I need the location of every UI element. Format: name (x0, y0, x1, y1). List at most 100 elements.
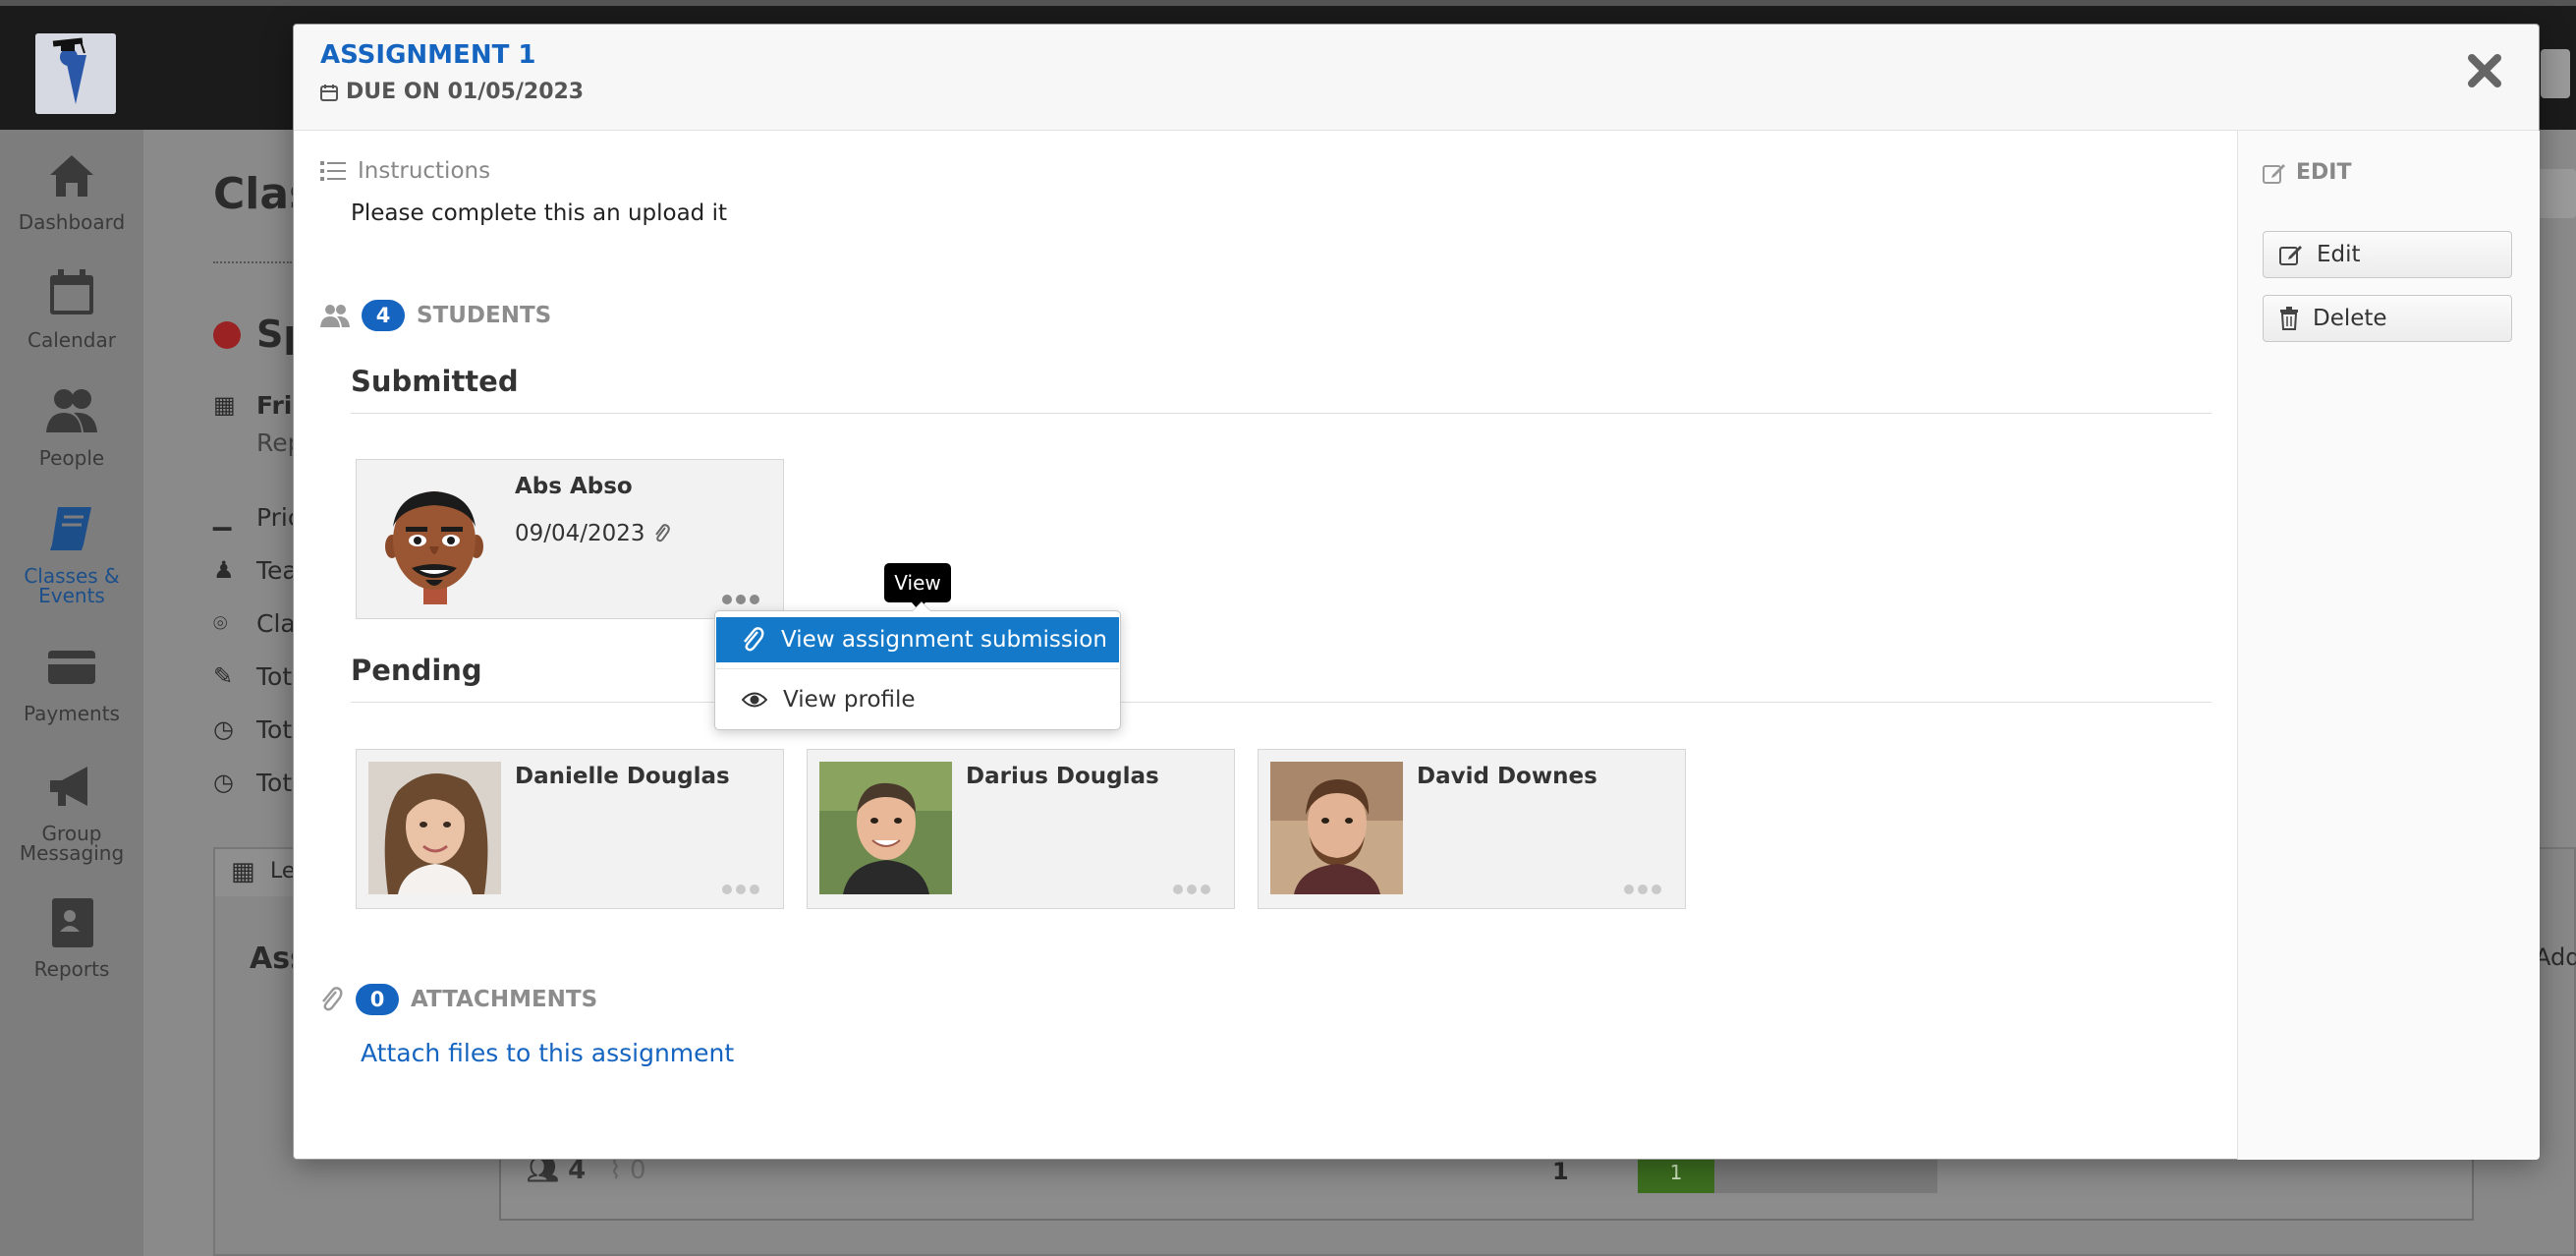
paperclip-icon (654, 524, 670, 542)
nav-label: Payments (24, 702, 120, 725)
submission-date-text: 09/04/2023 (515, 521, 645, 546)
view-profile-label: View profile (783, 687, 916, 713)
info-row: Tea (256, 556, 298, 585)
header-menu-button[interactable] (2541, 49, 2570, 98)
nav-classes-events[interactable]: Classes & Events (0, 501, 143, 605)
divider (213, 261, 292, 263)
add-button[interactable]: Add (2535, 943, 2576, 971)
nav-label: Classes & Events (24, 564, 120, 607)
modal-header: ASSIGNMENT 1 DUE ON 01/05/2023 (294, 25, 2539, 131)
student-card[interactable]: Darius Douglas (807, 749, 1235, 909)
reports-icon (52, 898, 93, 947)
nav-calendar[interactable]: Calendar (0, 265, 143, 350)
teacher-icon: ♟ (213, 556, 235, 584)
avatar (368, 472, 501, 604)
edit-panel: EDIT Edit Delete (2237, 131, 2540, 1160)
nav-payments[interactable]: Payments (0, 639, 143, 723)
attachments-heading: 0 ATTACHMENTS (320, 984, 597, 1015)
nav-label: Calendar (28, 328, 116, 352)
instructions-heading: Instructions (320, 158, 490, 184)
edit-heading: EDIT (2263, 160, 2351, 185)
book-icon (50, 507, 91, 550)
delete-button[interactable]: Delete (2263, 295, 2512, 342)
nav-label: Group Messaging (19, 822, 125, 865)
student-name: David Downes (1417, 764, 1597, 789)
eye-icon (742, 692, 767, 708)
submitted-heading: Submitted (351, 365, 519, 398)
student-name: Abs Abso (515, 474, 633, 499)
attachments-label: ATTACHMENTS (411, 987, 598, 1012)
paperclip-icon: ⌇ (609, 1156, 622, 1185)
students-label: STUDENTS (417, 303, 552, 328)
student-card[interactable]: Danielle Douglas (356, 749, 784, 909)
info-row: Tot (256, 662, 293, 691)
attach-files-link[interactable]: Attach files to this assignment (361, 1039, 734, 1067)
close-icon[interactable] (2464, 50, 2505, 91)
instructions-text: Please complete this an upload it (351, 200, 728, 226)
students-heading: 4 STUDENTS (320, 300, 551, 331)
student-options-menu: View assignment submission View profile (714, 601, 1121, 730)
people-icon (46, 389, 97, 432)
students-count-badge: 4 (362, 300, 405, 331)
more-options-button[interactable] (722, 595, 759, 604)
edit-button-label: Edit (2317, 242, 2361, 267)
edit-heading-label: EDIT (2296, 160, 2352, 185)
more-options-button[interactable] (1173, 885, 1210, 894)
attachment-count: ⌇ 0 (609, 1156, 646, 1185)
view-profile-item[interactable]: View profile (716, 677, 1119, 722)
avatar (819, 762, 952, 894)
app-logo[interactable] (35, 33, 116, 114)
home-icon (50, 155, 93, 197)
info-row: Tot (256, 715, 293, 744)
calendar-icon (320, 84, 338, 101)
assignment-modal: ASSIGNMENT 1 DUE ON 01/05/2023 Instructi… (293, 24, 2540, 1160)
megaphone-icon (50, 767, 87, 806)
instructions-label: Instructions (358, 158, 491, 184)
more-options-button[interactable] (722, 885, 759, 894)
student-name: Danielle Douglas (515, 764, 730, 789)
status-dot (213, 321, 241, 349)
calendar-icon (50, 269, 93, 314)
edit-icon (2263, 163, 2285, 184)
divider (351, 702, 2212, 703)
paperclip-icon (322, 987, 343, 1011)
student-name: Darius Douglas (966, 764, 1159, 789)
nav-dashboard[interactable]: Dashboard (0, 147, 143, 232)
student-count: 👥︎ 4 (527, 1156, 587, 1185)
nav-people[interactable]: People (0, 383, 143, 468)
table-icon: ▦ (231, 857, 255, 886)
view-submission-item[interactable]: View assignment submission (716, 617, 1119, 662)
edit-icon (2279, 246, 2302, 265)
more-options-button[interactable] (1624, 885, 1661, 894)
location-icon: ⌾ (213, 609, 228, 637)
student-card[interactable]: David Downes (1258, 749, 1686, 909)
tooltip: View (884, 563, 951, 610)
nav-label: People (38, 446, 105, 470)
view-submission-label: View assignment submission (781, 627, 1107, 653)
clock-icon: ◷ (213, 715, 234, 743)
calendar-icon: ▦ (213, 391, 236, 419)
nav-group-messaging[interactable]: Group Messaging (0, 759, 143, 863)
people-icon: 👥︎ (527, 1156, 560, 1185)
nav-reports[interactable]: Reports (0, 894, 143, 979)
lesson-count: 1 (1552, 1158, 1569, 1185)
info-row: Tot (256, 769, 293, 797)
tab-label: Le (270, 859, 296, 884)
delete-button-label: Delete (2313, 306, 2387, 331)
print-button[interactable] (2535, 169, 2576, 218)
edit-button[interactable]: Edit (2263, 231, 2512, 278)
sidebar: Dashboard Calendar People Classes & Even… (0, 130, 143, 1256)
student-card[interactable]: Abs Abso 09/04/2023 (356, 459, 784, 619)
card-icon (48, 651, 95, 684)
trash-icon (2280, 307, 2298, 330)
nav-label: Reports (33, 957, 110, 981)
pending-heading: Pending (351, 654, 482, 687)
divider (716, 668, 1119, 669)
due-date-text: DUE ON 01/05/2023 (346, 80, 585, 104)
divider (351, 413, 2212, 414)
paperclip-icon (744, 627, 764, 652)
assignment-title: ASSIGNMENT 1 (320, 40, 536, 70)
info-row: Cla (256, 609, 296, 638)
nav-label: Dashboard (18, 210, 126, 234)
chart-icon: ▁ (213, 503, 232, 531)
